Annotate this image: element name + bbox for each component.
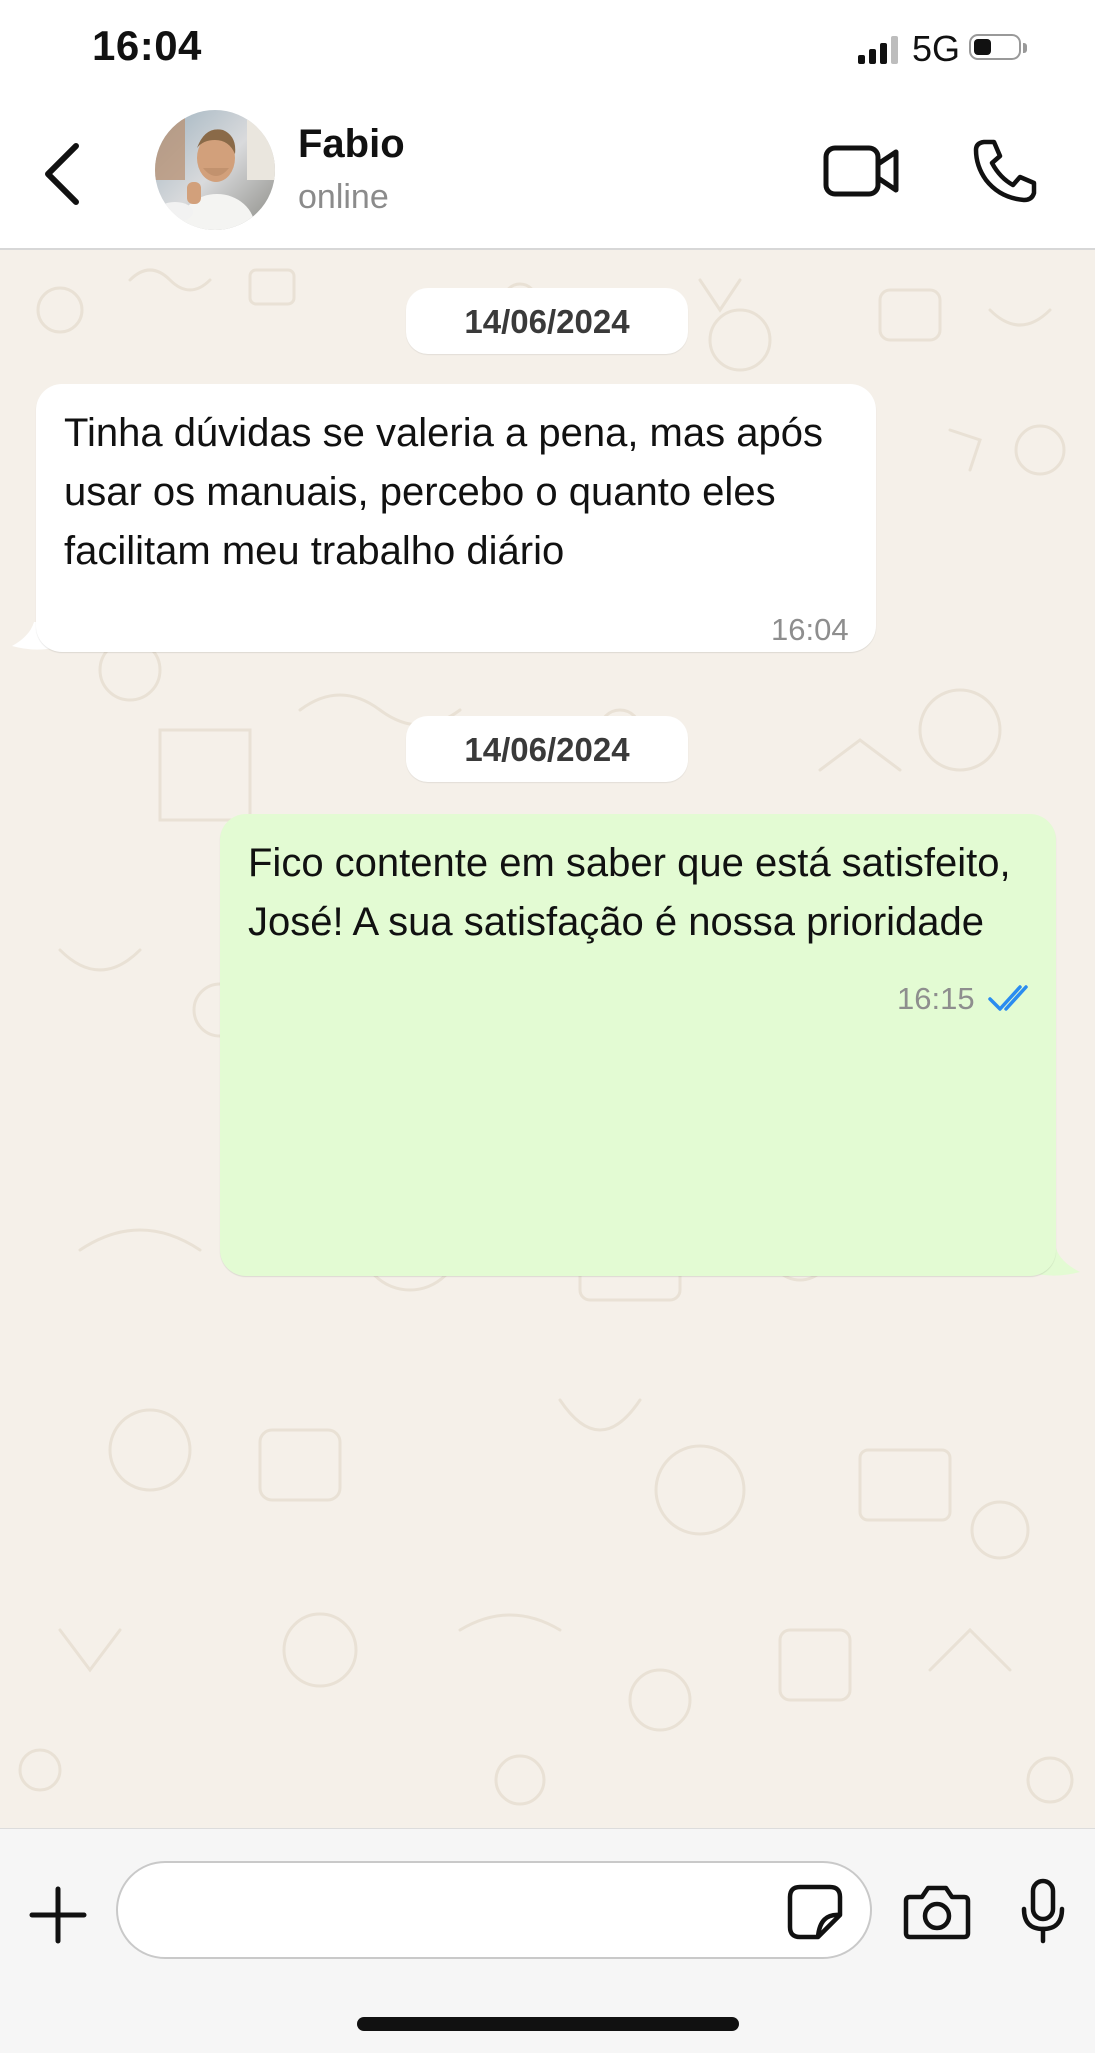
message-time: 16:15 — [897, 981, 975, 1016]
contact-status: online — [298, 178, 389, 216]
message-text: Tinha dúvidas se valeria a pena, mas apó… — [64, 411, 823, 573]
contact-photo — [155, 110, 275, 230]
read-receipt-icon — [988, 985, 1028, 1011]
home-indicator[interactable] — [357, 2017, 739, 2031]
network-type: 5G — [912, 28, 961, 69]
video-call-button[interactable] — [822, 142, 902, 202]
message-time: 16:04 — [771, 612, 849, 647]
back-button[interactable] — [36, 136, 96, 212]
date-separator: 14/06/2024 — [406, 716, 688, 782]
status-bar: 16:04 5G — [0, 0, 1095, 100]
video-camera-icon — [823, 145, 899, 197]
outgoing-message[interactable]: Fico contente em saber que está satisfei… — [220, 814, 1056, 1276]
battery-icon — [969, 34, 1029, 64]
avatar[interactable] — [155, 110, 275, 230]
contact-name[interactable]: Fabio — [298, 122, 405, 167]
date-separator: 14/06/2024 — [406, 288, 688, 354]
microphone-button[interactable] — [1018, 1877, 1068, 1945]
chat-header: Fabio online — [0, 100, 1095, 250]
phone-icon — [973, 139, 1037, 203]
camera-icon — [903, 1885, 971, 1940]
voice-call-button[interactable] — [970, 136, 1040, 206]
camera-button[interactable] — [902, 1883, 972, 1941]
sticker-icon — [787, 1884, 843, 1940]
attach-button[interactable] — [28, 1885, 88, 1945]
message-input[interactable] — [116, 1861, 872, 1959]
sticker-button[interactable] — [786, 1883, 844, 1941]
microphone-icon — [1021, 1878, 1065, 1944]
chevron-left-icon — [45, 143, 79, 205]
message-input-bar — [0, 1828, 1095, 2053]
chat-area[interactable]: 14/06/2024 Tinha dúvidas se valeria a pe… — [0, 250, 1095, 1828]
incoming-message[interactable]: Tinha dúvidas se valeria a pena, mas apó… — [36, 384, 876, 652]
cellular-signal-icon — [858, 36, 900, 64]
plus-icon — [29, 1886, 87, 1944]
status-time: 16:04 — [92, 22, 202, 69]
